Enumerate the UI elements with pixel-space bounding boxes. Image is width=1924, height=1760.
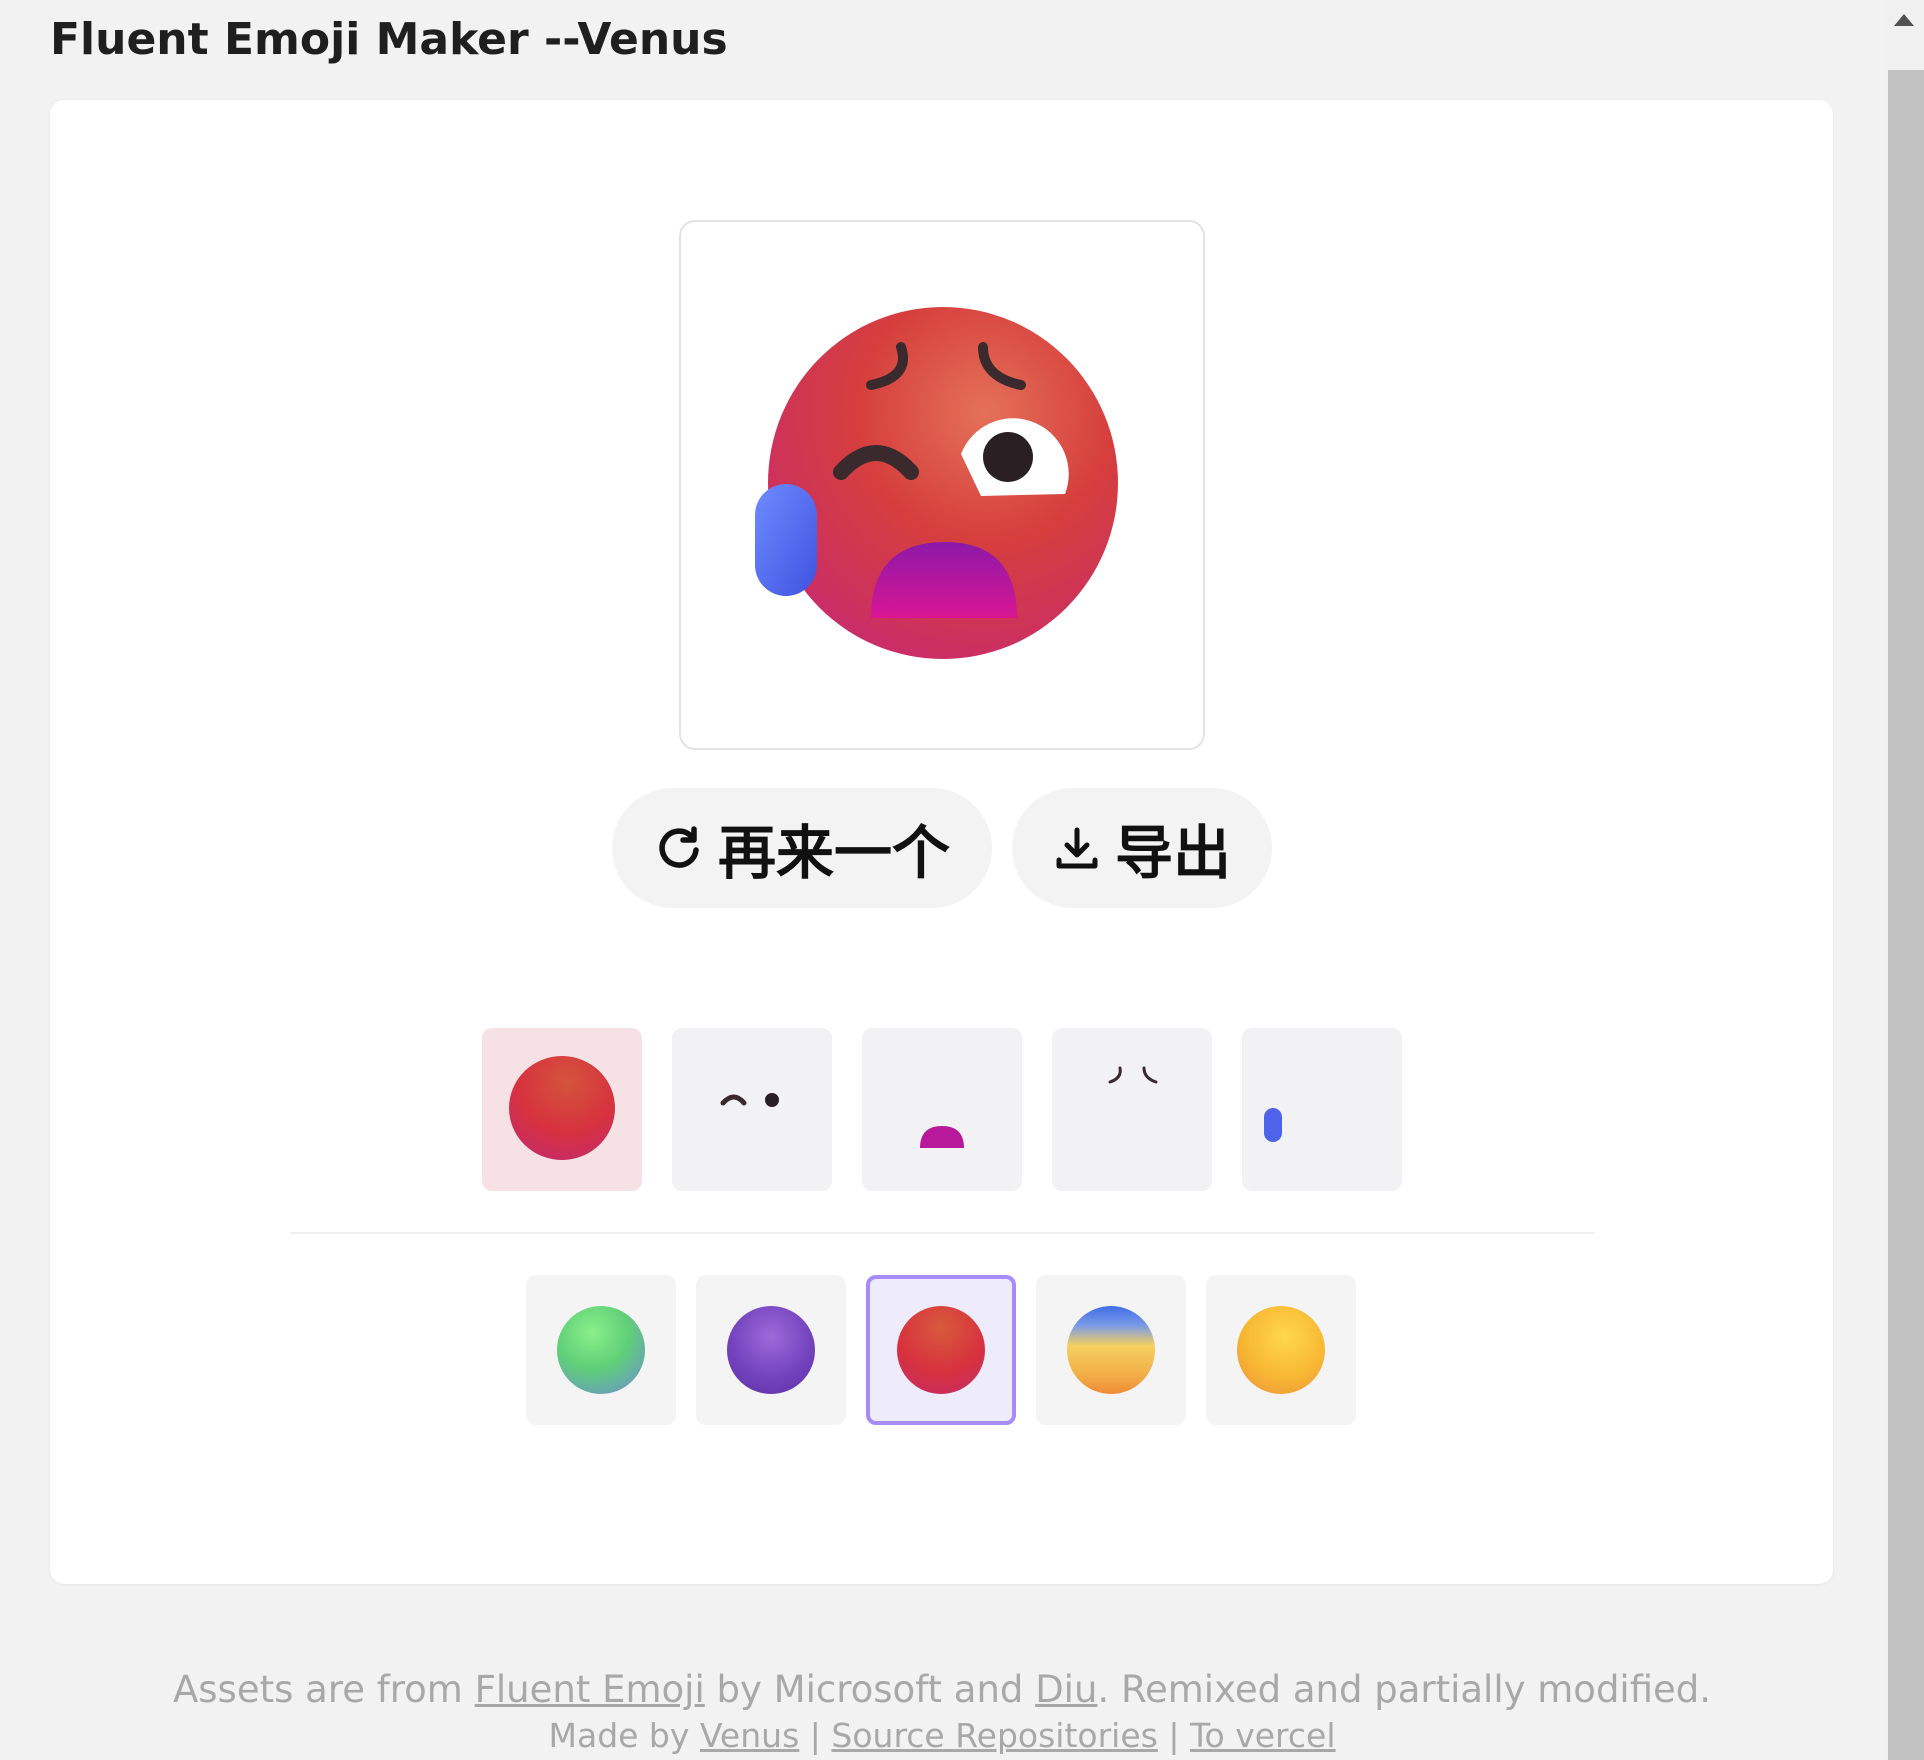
part-tab-face[interactable] xyxy=(482,1028,642,1191)
mouth-part-icon xyxy=(920,1126,964,1148)
color-swatch-purple[interactable] xyxy=(696,1275,846,1425)
generate-again-label: 再来一个 xyxy=(717,819,950,887)
sweat-drop xyxy=(755,484,817,596)
maker-card: 再来一个 导出 xyxy=(50,100,1833,1584)
app-title: Fluent Emoji Maker --Venus xyxy=(50,14,728,65)
made-by-text: Made by xyxy=(548,1716,690,1755)
diu-link[interactable]: Diu xyxy=(1035,1668,1097,1711)
fluent-emoji-link[interactable]: Fluent Emoji xyxy=(475,1668,705,1711)
refresh-icon xyxy=(659,826,699,868)
eyes-part-icon xyxy=(720,1093,779,1107)
emoji-preview-image xyxy=(755,307,1118,659)
purple-color-ball xyxy=(727,1306,815,1394)
footer-suffix: . Remixed and partially modified. xyxy=(1097,1668,1712,1711)
section-divider xyxy=(290,1232,1595,1234)
to-vercel-link[interactable]: To vercel xyxy=(1190,1716,1336,1755)
scroll-up-arrow-icon[interactable] xyxy=(1894,14,1914,26)
footer-credits: Assets are from Fluent Emoji by Microsof… xyxy=(0,1668,1884,1711)
download-icon xyxy=(1056,827,1098,869)
part-tab-detail[interactable] xyxy=(1242,1028,1402,1191)
part-tab-eyebrows[interactable] xyxy=(1052,1028,1212,1191)
scroll-thumb[interactable] xyxy=(1888,70,1924,1760)
blue-yellow-color-ball xyxy=(1067,1306,1155,1394)
footer-separator: | xyxy=(809,1716,821,1755)
emoji-preview xyxy=(679,220,1205,750)
color-selector xyxy=(526,1275,1376,1425)
footer-links: Made by Venus | Source Repositories | To… xyxy=(0,1716,1884,1755)
part-tab-mouth[interactable] xyxy=(862,1028,1022,1191)
footer-separator: | xyxy=(1168,1716,1180,1755)
part-selector xyxy=(482,1028,1402,1193)
part-tab-eyes[interactable] xyxy=(672,1028,832,1191)
venus-link[interactable]: Venus xyxy=(700,1716,799,1755)
green-color-ball xyxy=(557,1306,645,1394)
source-repositories-link[interactable]: Source Repositories xyxy=(831,1716,1157,1755)
footer-mid: by Microsoft and xyxy=(716,1668,1024,1711)
export-button[interactable]: 导出 xyxy=(1012,788,1272,908)
red-color-ball xyxy=(897,1306,985,1394)
color-swatch-blue-yellow[interactable] xyxy=(1036,1275,1186,1425)
yellow-color-ball xyxy=(1237,1306,1325,1394)
eyebrows-part-icon xyxy=(1108,1066,1158,1084)
generate-again-button[interactable]: 再来一个 xyxy=(612,788,992,908)
footer-prefix: Assets are from xyxy=(172,1668,463,1711)
face-part-icon xyxy=(509,1056,615,1160)
color-swatch-green[interactable] xyxy=(526,1275,676,1425)
export-label: 导出 xyxy=(1114,819,1231,887)
color-swatch-yellow[interactable] xyxy=(1206,1275,1356,1425)
action-bar: 再来一个 导出 xyxy=(612,788,1272,908)
scrollbar[interactable] xyxy=(1886,0,1924,1760)
color-swatch-red[interactable] xyxy=(866,1275,1016,1425)
sweat-drop-part-icon xyxy=(1264,1108,1282,1142)
